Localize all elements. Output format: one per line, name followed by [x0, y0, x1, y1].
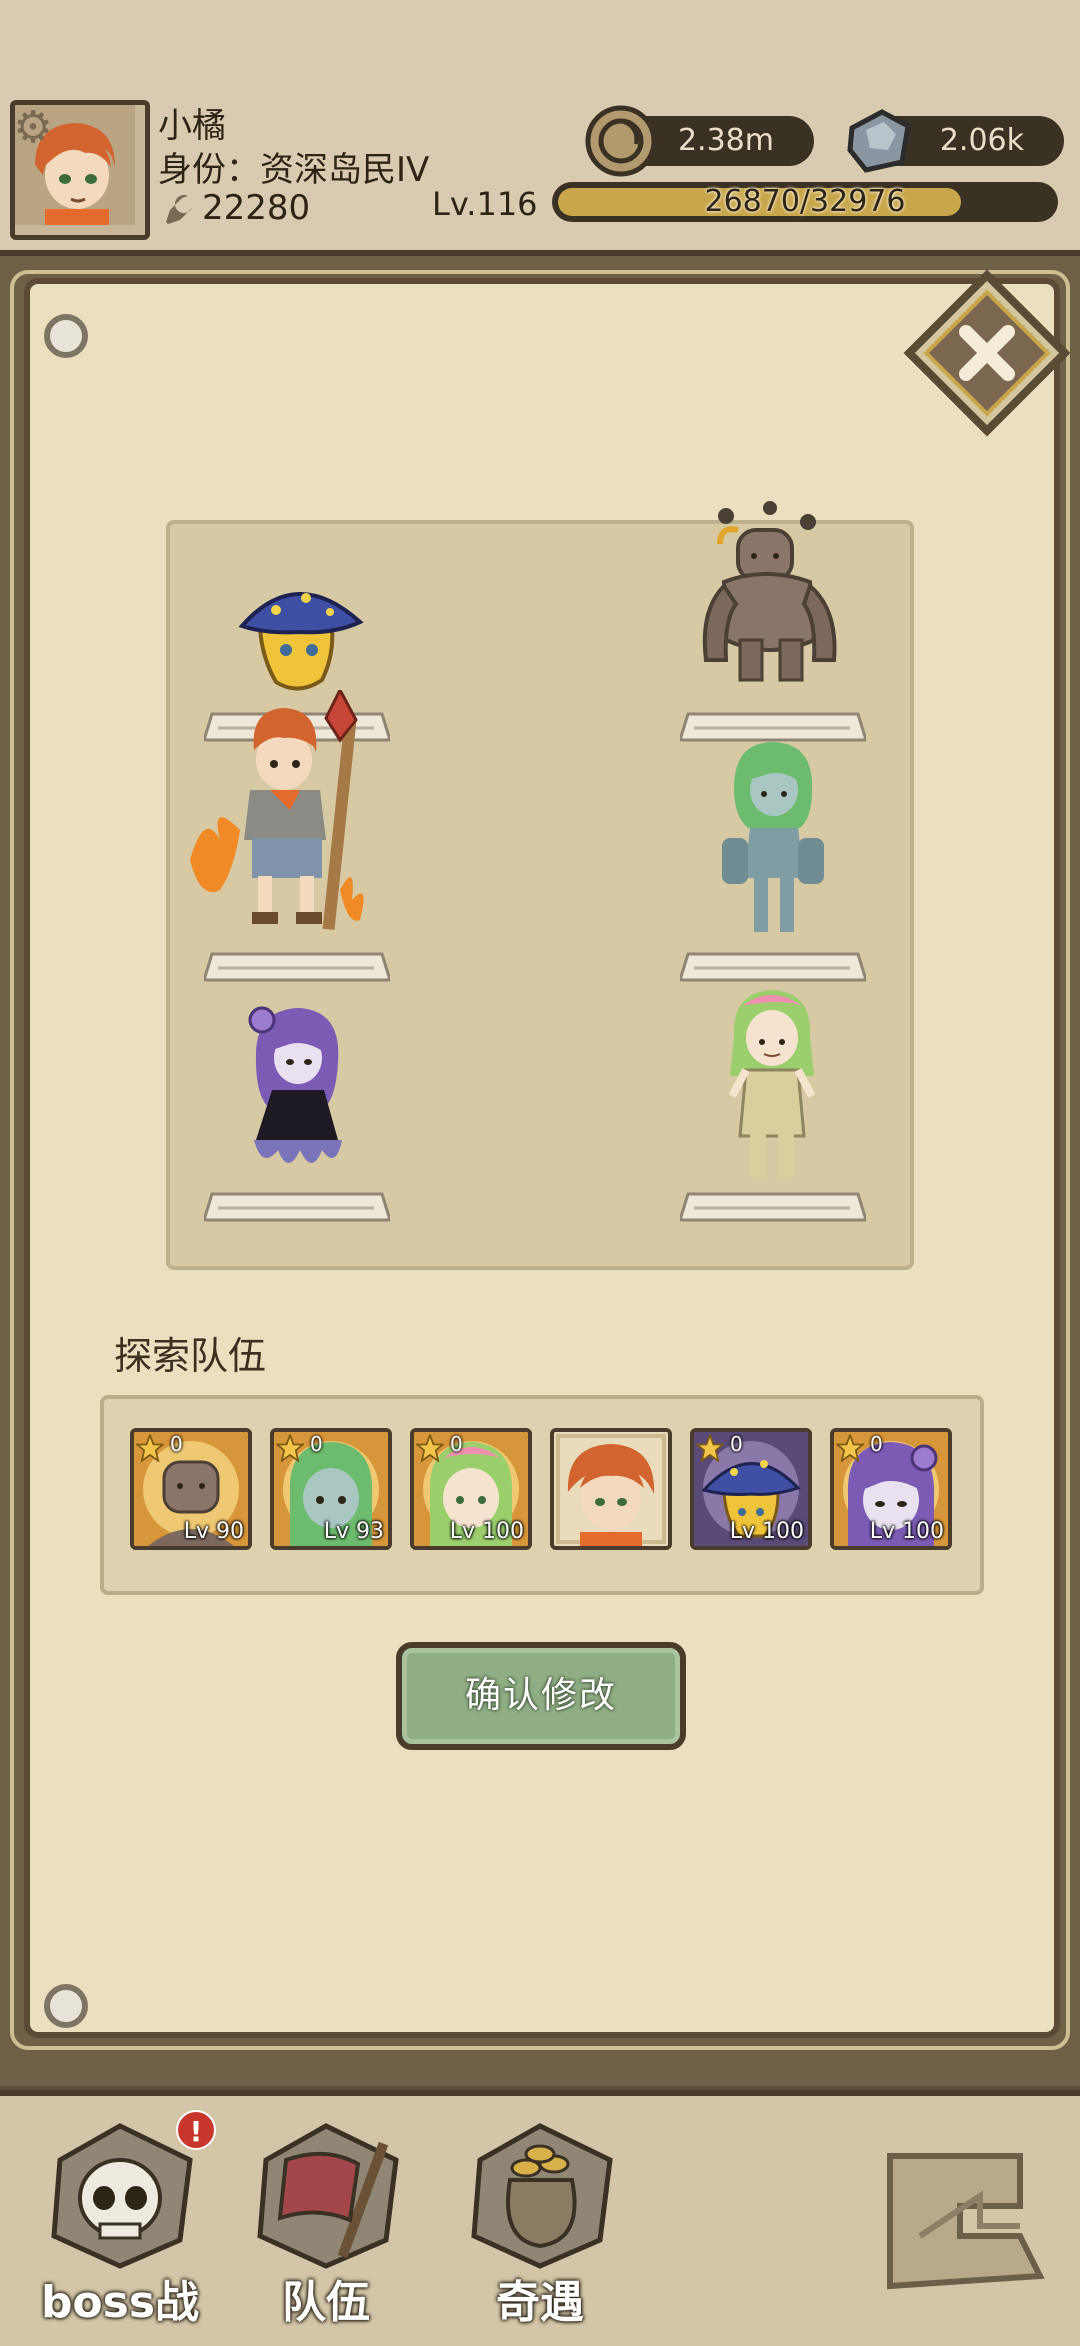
card-level: Lv 100 — [729, 1519, 804, 1544]
rock-golem-character[interactable] — [690, 500, 850, 690]
coin-icon — [585, 105, 657, 177]
star-icon — [416, 1434, 444, 1462]
confirm-button[interactable]: 确认修改 — [396, 1642, 686, 1750]
card-star-count: 0 — [170, 1432, 183, 1456]
player-power: 22280 — [202, 188, 311, 228]
star-icon — [136, 1434, 164, 1462]
power-wrench-icon — [166, 195, 192, 224]
back-arrow-button[interactable] — [870, 2136, 1060, 2306]
boss-alert-badge: ! — [176, 2110, 216, 2150]
scroll-pin-top-icon — [44, 314, 88, 358]
card-star-count: 0 — [450, 1432, 463, 1456]
card-star-count: 0 — [310, 1432, 323, 1456]
nav-adventure-label: 奇遇 — [496, 2277, 584, 2328]
gem-value: 2.06k — [939, 123, 1024, 158]
team-member-card[interactable]: 0 Lv 100 — [830, 1428, 952, 1550]
card-level: Lv 100 — [449, 1519, 524, 1544]
gem-icon — [847, 109, 911, 173]
card-star-count: 0 — [730, 1432, 743, 1456]
star-icon — [836, 1434, 864, 1462]
player-name: 小橘 — [158, 106, 226, 146]
team-member-card[interactable]: 0 Lv 90 — [130, 1428, 252, 1550]
formation-slot-right-2[interactable] — [680, 940, 866, 986]
nav-team-label: 队伍 — [282, 2277, 370, 2328]
formation-slot-left-3[interactable] — [204, 1180, 390, 1226]
star-icon — [696, 1434, 724, 1462]
nav-team[interactable]: 队伍 — [236, 2110, 416, 2330]
card-level: Lv 90 — [183, 1519, 244, 1544]
team-section-title: 探索队伍 — [114, 1334, 267, 1378]
card-level: Lv 100 — [869, 1519, 944, 1544]
nav-boss-label: boss战 — [40, 2277, 200, 2328]
nav-boss-battle[interactable]: ! boss战 — [30, 2110, 216, 2330]
close-button[interactable] — [902, 268, 1072, 438]
experience-text: 26870/32976 — [704, 184, 906, 219]
flag-icon — [257, 2123, 399, 2269]
purple-octopus-girl-character[interactable] — [242, 1000, 352, 1180]
nav-adventure[interactable]: 奇遇 — [450, 2110, 630, 2330]
star-icon — [276, 1434, 304, 1462]
team-member-card[interactable] — [550, 1428, 672, 1550]
team-member-card[interactable]: 0 Lv 93 — [270, 1428, 392, 1550]
scroll-pin-bottom-icon — [44, 1984, 88, 2028]
formation-slot-right-3[interactable] — [680, 1180, 866, 1226]
settings-gear-icon[interactable]: ⚙ — [8, 103, 58, 153]
team-member-card[interactable]: 0 Lv 100 — [410, 1428, 532, 1550]
player-level: Lv.116 — [432, 185, 538, 223]
pink-green-girl-character[interactable] — [712, 986, 832, 1186]
coin-value: 2.38m — [677, 123, 774, 158]
card-star-count: 0 — [870, 1432, 883, 1456]
coin-bag-icon — [471, 2123, 613, 2269]
player-rank: 身份：资深岛民IV — [158, 150, 430, 190]
orange-hair-boy-portrait — [554, 1432, 668, 1546]
team-member-card[interactable]: 0 Lv 100 — [690, 1428, 812, 1550]
orange-hair-boy-character[interactable] — [180, 690, 390, 940]
card-level: Lv 93 — [323, 1519, 384, 1544]
skull-icon — [51, 2123, 193, 2269]
formation-slot-left-2[interactable] — [204, 940, 390, 986]
green-spirit-character[interactable] — [718, 738, 828, 938]
experience-bar: 26870/32976 — [552, 182, 1058, 222]
